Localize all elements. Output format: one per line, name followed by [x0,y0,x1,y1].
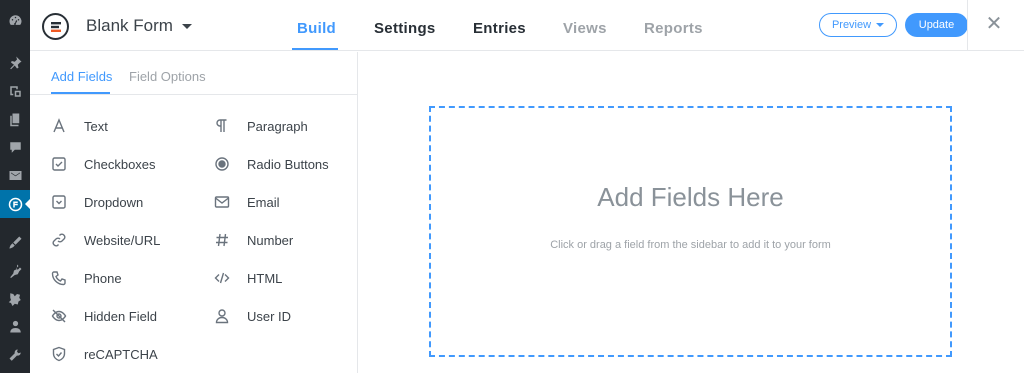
hash-icon [210,228,234,252]
form-title[interactable]: Blank Form [86,16,173,36]
link-icon [47,228,71,252]
field-hidden[interactable]: Hidden Field [47,304,157,328]
tools-icon[interactable] [0,284,30,312]
field-label: Website/URL [84,232,161,248]
plugins-icon[interactable] [0,256,30,284]
form-builder-header: Blank Form Build Settings Entries Views … [30,0,1024,51]
checkbox-icon [47,152,71,176]
appearance-icon[interactable] [0,228,30,256]
code-icon [210,266,234,290]
users-icon[interactable] [0,312,30,340]
field-radio-buttons[interactable]: Radio Buttons [210,152,329,176]
field-number[interactable]: Number [210,228,293,252]
dashboard-icon[interactable] [0,6,30,34]
field-text[interactable]: Text [47,114,108,138]
field-label: Email [247,194,280,210]
field-label: Phone [84,270,122,286]
field-dropdown[interactable]: Dropdown [47,190,143,214]
preview-button[interactable]: Preview [819,13,897,37]
field-label: HTML [247,270,283,286]
paragraph-icon [210,114,234,138]
shield-icon [47,342,71,366]
tab-views[interactable]: Views [563,20,607,37]
user-icon [210,304,234,328]
close-icon[interactable]: ✕ [984,13,1004,35]
tab-settings[interactable]: Settings [374,20,436,37]
preview-label: Preview [831,19,872,31]
field-label: Dropdown [84,194,144,210]
pin-icon[interactable] [0,48,30,76]
tab-reports[interactable]: Reports [644,20,703,37]
field-label: Hidden Field [84,308,157,324]
mail-icon[interactable] [0,161,30,189]
field-html[interactable]: HTML [210,266,282,290]
media-icon[interactable] [0,77,30,105]
fields-sidebar: Add Fields Field Options Text Checkboxes… [30,52,358,373]
form-drop-area[interactable]: Add Fields Here Click or drag a field fr… [429,106,952,357]
field-recaptcha[interactable]: reCAPTCHA [47,342,158,366]
update-button[interactable]: Update [905,13,968,37]
field-label: Paragraph [247,118,308,134]
field-label: Text [84,118,108,134]
tab-add-fields[interactable]: Add Fields [51,69,112,84]
email-icon [210,190,234,214]
settings-icon[interactable] [0,341,30,369]
divider [30,94,357,95]
chevron-down-icon [876,23,885,31]
field-paragraph[interactable]: Paragraph [210,114,308,138]
formidable-icon[interactable] [0,190,30,218]
field-label: Radio Buttons [247,156,329,172]
radio-icon [210,152,234,176]
tab-field-options[interactable]: Field Options [129,69,206,84]
formidable-logo-icon[interactable] [42,13,69,40]
field-label: User ID [247,308,292,324]
pages-icon[interactable] [0,105,30,133]
field-phone[interactable]: Phone [47,266,122,290]
drop-area-title: Add Fields Here [597,182,784,212]
comments-icon[interactable] [0,133,30,161]
active-tab-indicator [292,48,338,50]
field-label: Checkboxes [84,156,156,172]
field-label: Number [247,232,294,248]
hidden-icon [47,304,71,328]
field-user-id[interactable]: User ID [210,304,291,328]
divider [967,0,968,51]
tab-entries[interactable]: Entries [473,20,526,37]
field-website-url[interactable]: Website/URL [47,228,160,252]
dropdown-icon [47,190,71,214]
phone-icon [47,266,71,290]
field-label: reCAPTCHA [84,346,158,362]
wp-admin-sidebar [0,0,30,373]
field-checkboxes[interactable]: Checkboxes [47,152,156,176]
tab-build[interactable]: Build [297,20,336,37]
field-email[interactable]: Email [210,190,280,214]
drop-area-subtitle: Click or drag a field from the sidebar t… [550,239,831,251]
chevron-down-icon[interactable] [182,24,192,34]
text-icon [47,114,71,138]
